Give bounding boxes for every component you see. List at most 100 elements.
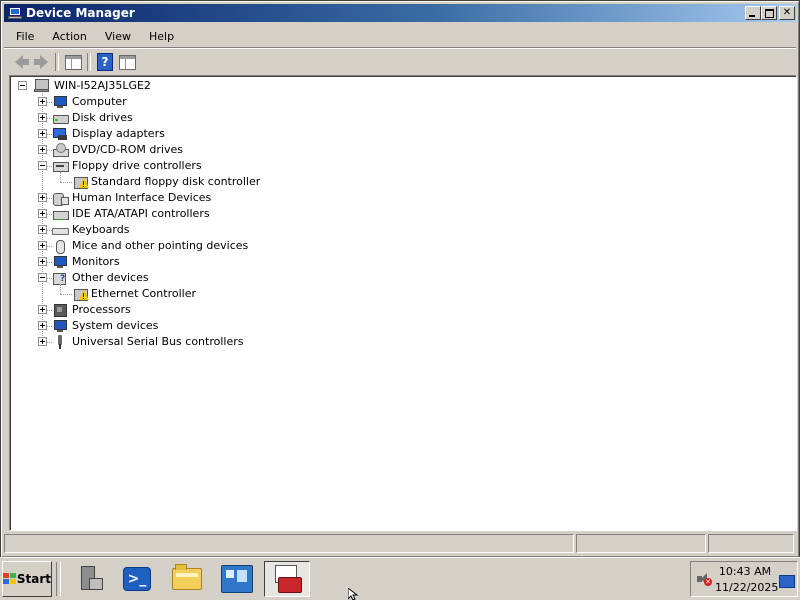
tree-item-label: Monitors — [72, 255, 120, 268]
back-button[interactable] — [8, 51, 30, 73]
device-manager-window: Device Manager ✕ File Action View Help ?… — [0, 0, 800, 558]
tree-item-label: IDE ATA/ATAPI controllers — [72, 207, 210, 220]
menu-help[interactable]: Help — [142, 28, 181, 45]
forward-button[interactable] — [30, 51, 52, 73]
tree-item-label: Mice and other pointing devices — [72, 239, 249, 252]
tree-child-label: Standard floppy disk controller — [91, 175, 261, 188]
collapse-toggle-icon[interactable] — [38, 161, 47, 170]
system-devices-icon — [52, 319, 68, 333]
maximize-button[interactable] — [761, 6, 777, 20]
window-title: Device Manager — [26, 6, 135, 20]
taskbar-server-manager[interactable] — [66, 561, 112, 597]
taskbar-powershell[interactable]: >_ — [114, 561, 160, 597]
expand-toggle-icon[interactable] — [38, 337, 47, 346]
collapse-toggle-icon[interactable] — [38, 273, 47, 282]
expand-toggle-icon[interactable] — [38, 209, 47, 218]
forward-arrow-icon — [34, 55, 48, 69]
expand-toggle-icon[interactable] — [38, 305, 47, 314]
status-pane-3 — [708, 534, 794, 553]
expand-toggle-icon[interactable] — [38, 193, 47, 202]
tree-item-label: Processors — [72, 303, 131, 316]
warning-device-icon — [72, 175, 89, 189]
control-panel-icon — [221, 565, 253, 593]
help-button[interactable]: ? — [94, 51, 116, 73]
tree-item-label: DVD/CD-ROM drives — [72, 143, 183, 156]
device-manager-icon — [272, 565, 302, 593]
menu-view[interactable]: View — [98, 28, 138, 45]
status-pane-2 — [576, 534, 706, 553]
menu-bar: File Action View Help — [4, 25, 796, 48]
taskbar-windows-explorer[interactable] — [164, 561, 210, 597]
taskbar-device-manager[interactable] — [264, 561, 310, 597]
tree-item-label: Display adapters — [72, 127, 165, 140]
clock-date[interactable]: 11/22/2025 — [715, 581, 778, 594]
start-button[interactable]: Start — [2, 561, 52, 597]
floppy-controller-icon — [52, 159, 69, 173]
device-manager-icon — [8, 7, 22, 19]
show-hide-console-tree-icon — [64, 54, 82, 70]
properties-pane-button[interactable] — [116, 51, 138, 73]
title-bar[interactable]: Device Manager ✕ — [4, 4, 796, 22]
tree-item-label: Floppy drive controllers — [72, 159, 202, 172]
taskbar-control-panel[interactable] — [214, 561, 260, 597]
taskbar-separator — [56, 562, 61, 596]
tree-item-label: Universal Serial Bus controllers — [72, 335, 244, 348]
expand-toggle-icon[interactable] — [38, 97, 47, 106]
disk-drive-icon — [52, 111, 69, 125]
powershell-icon: >_ — [123, 567, 151, 591]
tree-item-label: Disk drives — [72, 111, 133, 124]
keyboard-icon — [52, 223, 69, 237]
expand-toggle-icon[interactable] — [38, 257, 47, 266]
tree-item-label: Human Interface Devices — [72, 191, 212, 204]
dvd-drive-icon — [52, 143, 69, 157]
expand-toggle-icon[interactable] — [38, 241, 47, 250]
toolbar: ? — [4, 48, 796, 75]
usb-icon — [52, 335, 68, 349]
tree-item-label: Other devices — [72, 271, 149, 284]
minimize-button[interactable] — [745, 6, 761, 20]
device-tree-pane[interactable]: WIN-I52AJ35LGE2 Computer Disk drives Displa… — [9, 75, 797, 531]
other-devices-icon — [52, 271, 68, 285]
tree-item-label: Computer — [72, 95, 127, 108]
display-adapter-icon — [52, 127, 68, 141]
expand-toggle-icon[interactable] — [38, 129, 47, 138]
tree-child-label: Ethernet Controller — [91, 287, 196, 300]
server-manager-icon — [77, 566, 103, 592]
close-button[interactable]: ✕ — [779, 6, 795, 20]
clock-time[interactable]: 10:43 AM — [715, 565, 775, 578]
computer-root-icon — [34, 79, 50, 93]
warning-device-icon — [72, 287, 89, 301]
ide-controller-icon — [52, 207, 69, 221]
tree-item-label: Keyboards — [72, 223, 130, 236]
hid-icon — [52, 191, 69, 206]
tree-connector — [60, 182, 72, 183]
status-bar — [4, 534, 796, 553]
properties-pane-icon — [118, 54, 136, 70]
expand-toggle-icon[interactable] — [38, 145, 47, 154]
tree-root-label: WIN-I52AJ35LGE2 — [54, 79, 151, 92]
back-arrow-icon — [15, 55, 29, 69]
collapse-toggle-icon[interactable] — [18, 81, 27, 90]
tree-connector — [60, 172, 61, 182]
muted-x-icon: ✕ — [704, 578, 712, 586]
start-label: Start — [16, 572, 51, 586]
network-icon[interactable] — [779, 575, 795, 588]
expand-toggle-icon[interactable] — [38, 225, 47, 234]
menu-action[interactable]: Action — [45, 28, 93, 45]
windows-explorer-icon — [172, 564, 202, 590]
show-hide-console-tree-button[interactable] — [62, 51, 84, 73]
computer-icon — [52, 95, 68, 109]
mouse-icon — [52, 239, 68, 254]
expand-toggle-icon[interactable] — [38, 321, 47, 330]
toolbar-separator — [55, 53, 59, 71]
tree-item-label: System devices — [72, 319, 159, 332]
help-icon: ? — [97, 53, 113, 71]
menu-file[interactable]: File — [9, 28, 41, 45]
processor-icon — [52, 303, 68, 317]
expand-toggle-icon[interactable] — [38, 113, 47, 122]
toolbar-separator — [87, 53, 91, 71]
notification-area: ✕ 10:43 AM 11/22/2025 — [690, 561, 798, 597]
status-pane-main — [4, 534, 574, 553]
tree-connector — [60, 294, 72, 295]
tree-connector — [60, 284, 61, 294]
